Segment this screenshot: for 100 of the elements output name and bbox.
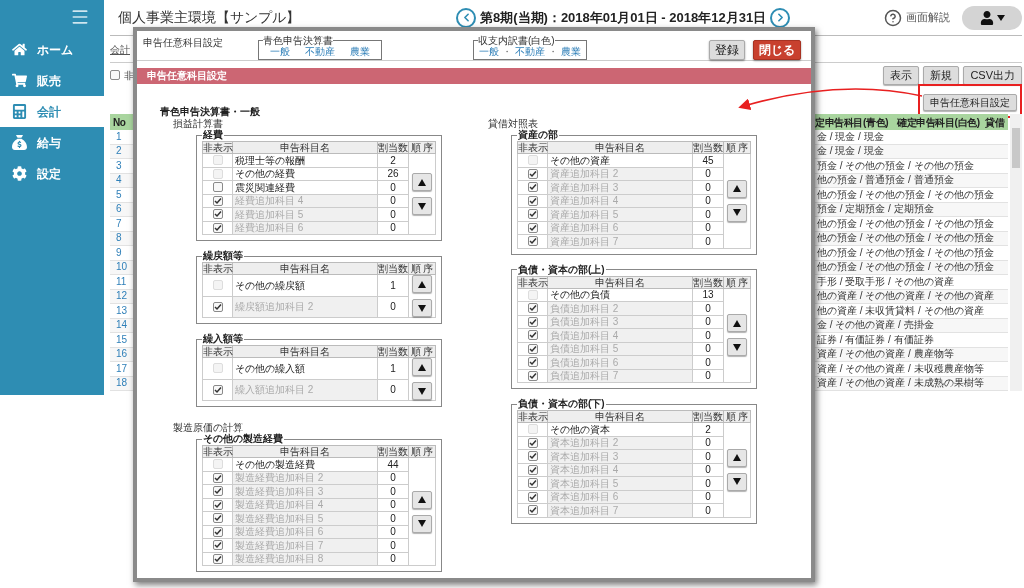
checkbox[interactable] bbox=[212, 182, 223, 193]
checkbox[interactable] bbox=[212, 472, 223, 483]
form-link[interactable]: 農業 bbox=[349, 46, 370, 57]
checkbox[interactable] bbox=[527, 357, 538, 368]
checkbox[interactable] bbox=[212, 513, 223, 524]
checkbox[interactable] bbox=[212, 384, 223, 395]
move-down-button[interactable] bbox=[412, 299, 432, 317]
row-number-link[interactable]: 16 bbox=[110, 348, 135, 361]
move-down-button[interactable] bbox=[412, 382, 432, 400]
move-up-button[interactable] bbox=[412, 173, 432, 191]
row-number-link[interactable]: 12 bbox=[110, 290, 135, 303]
move-up-button[interactable] bbox=[727, 314, 747, 333]
checkbox[interactable] bbox=[527, 505, 538, 516]
breadcrumb-link[interactable]: 会計 bbox=[110, 41, 130, 57]
row-number-link[interactable]: 6 bbox=[110, 203, 135, 216]
checkbox[interactable] bbox=[212, 209, 223, 220]
checkbox[interactable] bbox=[527, 464, 538, 475]
row-number-link[interactable]: 11 bbox=[110, 275, 135, 288]
checkbox[interactable] bbox=[527, 195, 538, 206]
row-number-link[interactable]: 8 bbox=[110, 232, 135, 245]
column-header: 確定申告科目(白色) bbox=[897, 115, 981, 130]
move-up-button[interactable] bbox=[412, 275, 432, 293]
checkbox[interactable] bbox=[212, 553, 223, 564]
form-link[interactable]: 一般 bbox=[270, 46, 291, 57]
row-number-link[interactable]: 15 bbox=[110, 333, 135, 346]
user-icon bbox=[979, 10, 994, 25]
checkbox[interactable] bbox=[212, 499, 223, 510]
row-number-link[interactable]: 4 bbox=[110, 174, 135, 187]
up-triangle-icon bbox=[418, 280, 426, 288]
sidebar-item[interactable]: ホーム bbox=[0, 34, 104, 65]
checkbox[interactable] bbox=[212, 526, 223, 537]
row-number-link[interactable]: 18 bbox=[110, 377, 135, 390]
close-button[interactable]: 閉じる bbox=[753, 40, 801, 60]
user-menu-button[interactable] bbox=[962, 5, 1022, 30]
sidebar-item[interactable]: 給与 bbox=[0, 127, 104, 158]
move-down-button[interactable] bbox=[412, 514, 432, 533]
tax-account-settings-button[interactable]: 申告任意科目設定 bbox=[923, 93, 1017, 111]
move-up-button[interactable] bbox=[727, 448, 747, 467]
checkbox[interactable] bbox=[527, 491, 538, 502]
move-down-button[interactable] bbox=[727, 338, 747, 357]
form-link[interactable]: 一般 bbox=[479, 46, 500, 57]
checkbox[interactable] bbox=[527, 168, 538, 179]
column-header: No bbox=[112, 115, 127, 130]
row-number-link[interactable]: 1 bbox=[110, 130, 135, 143]
help-icon[interactable] bbox=[884, 8, 902, 27]
sidebar-item[interactable]: 設定 bbox=[0, 158, 104, 189]
move-up-button[interactable] bbox=[727, 179, 747, 198]
move-up-button[interactable] bbox=[412, 358, 432, 376]
menu-icon[interactable] bbox=[70, 7, 90, 27]
checkbox[interactable] bbox=[212, 195, 223, 206]
move-down-button[interactable] bbox=[727, 472, 747, 491]
checkbox[interactable] bbox=[527, 343, 538, 354]
form-link[interactable]: 不動産 bbox=[515, 46, 545, 57]
row-number-link[interactable]: 3 bbox=[110, 159, 135, 172]
row-number-link[interactable]: 2 bbox=[110, 145, 135, 158]
row-number-link[interactable]: 7 bbox=[110, 217, 135, 230]
scrollbar[interactable] bbox=[1010, 114, 1022, 391]
move-down-button[interactable] bbox=[412, 197, 432, 215]
register-button[interactable]: 登録 bbox=[709, 40, 745, 60]
sidebar-item[interactable]: 会計 bbox=[0, 96, 104, 127]
table-cell-text: 他の預金 / その他の預金 / その他の預金 bbox=[816, 261, 995, 274]
down-triangle-icon bbox=[733, 478, 741, 486]
move-up-button[interactable] bbox=[412, 490, 432, 509]
table-cell-text: 金 / 現金 / 現金 bbox=[816, 130, 885, 143]
checkbox[interactable] bbox=[212, 540, 223, 551]
checkbox[interactable] bbox=[212, 222, 223, 233]
checkbox[interactable] bbox=[527, 236, 538, 247]
checkbox[interactable] bbox=[527, 182, 538, 193]
toolbar-button[interactable]: 新規 bbox=[923, 65, 960, 85]
form-link[interactable]: 農業 bbox=[560, 46, 581, 57]
checkbox[interactable] bbox=[212, 301, 223, 312]
checkbox[interactable] bbox=[527, 316, 538, 327]
row-number-link[interactable]: 14 bbox=[110, 319, 135, 332]
up-triangle-icon bbox=[418, 178, 426, 186]
row-number-link[interactable]: 10 bbox=[110, 261, 135, 274]
checkbox[interactable] bbox=[527, 437, 538, 448]
sidebar-item[interactable]: 販売 bbox=[0, 65, 104, 96]
checkbox[interactable] bbox=[527, 370, 538, 381]
toolbar-button[interactable]: 表示 bbox=[883, 65, 920, 85]
checkbox[interactable] bbox=[527, 222, 538, 233]
row-number-link[interactable]: 13 bbox=[110, 304, 135, 317]
checkbox[interactable] bbox=[212, 486, 223, 497]
table-cell-text: 他の預金 / その他の預金 / その他の預金 bbox=[816, 217, 995, 230]
table-cell-text: 金 / その他の資産 / 売掛金 bbox=[816, 319, 935, 332]
checkbox[interactable] bbox=[527, 330, 538, 341]
checkbox[interactable] bbox=[527, 478, 538, 489]
group-legend: その他の製造経費 bbox=[202, 433, 284, 445]
row-number-link[interactable]: 17 bbox=[110, 362, 135, 375]
row-number-link[interactable]: 5 bbox=[110, 188, 135, 201]
help-link[interactable]: 画面解説 bbox=[906, 9, 950, 26]
form-link[interactable]: 不動産 bbox=[305, 46, 335, 57]
row-number-link[interactable]: 9 bbox=[110, 246, 135, 259]
checkbox[interactable] bbox=[527, 303, 538, 314]
checkbox[interactable] bbox=[110, 70, 120, 80]
checkbox[interactable] bbox=[527, 451, 538, 462]
toolbar-button[interactable]: CSV出力 bbox=[963, 65, 1022, 85]
column-header: 非表示 bbox=[202, 345, 233, 358]
column-header: 非表示 bbox=[202, 141, 233, 154]
checkbox[interactable] bbox=[527, 209, 538, 220]
move-down-button[interactable] bbox=[727, 203, 747, 222]
